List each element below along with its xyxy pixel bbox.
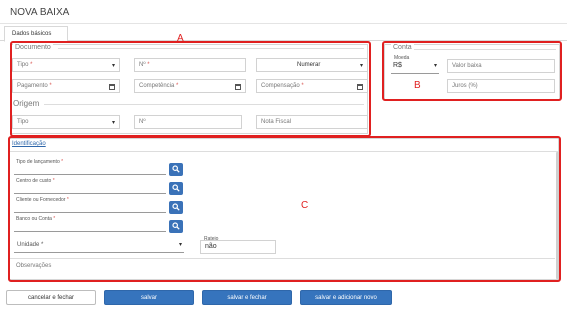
salvar-button[interactable]: salvar [104,290,194,305]
salvar-adicionar-novo-button[interactable]: salvar e adicionar novo [300,290,392,305]
page-title: NOVA BAIXA [10,7,70,18]
annotation-label-a: A [177,33,184,44]
annotation-box-c [8,136,561,282]
tab-bar: Dados básicos [0,24,567,42]
title-bar: NOVA BAIXA [0,0,567,24]
annotation-label-c: C [301,200,309,211]
tab-dados-basicos[interactable]: Dados básicos [4,26,68,42]
annotation-box-a [10,41,371,137]
salvar-fechar-button[interactable]: salvar e fechar [202,290,292,305]
annotation-label-b: B [414,80,421,91]
annotation-box-b [382,41,562,101]
cancelar-fechar-button[interactable]: cancelar e fechar [6,290,96,305]
